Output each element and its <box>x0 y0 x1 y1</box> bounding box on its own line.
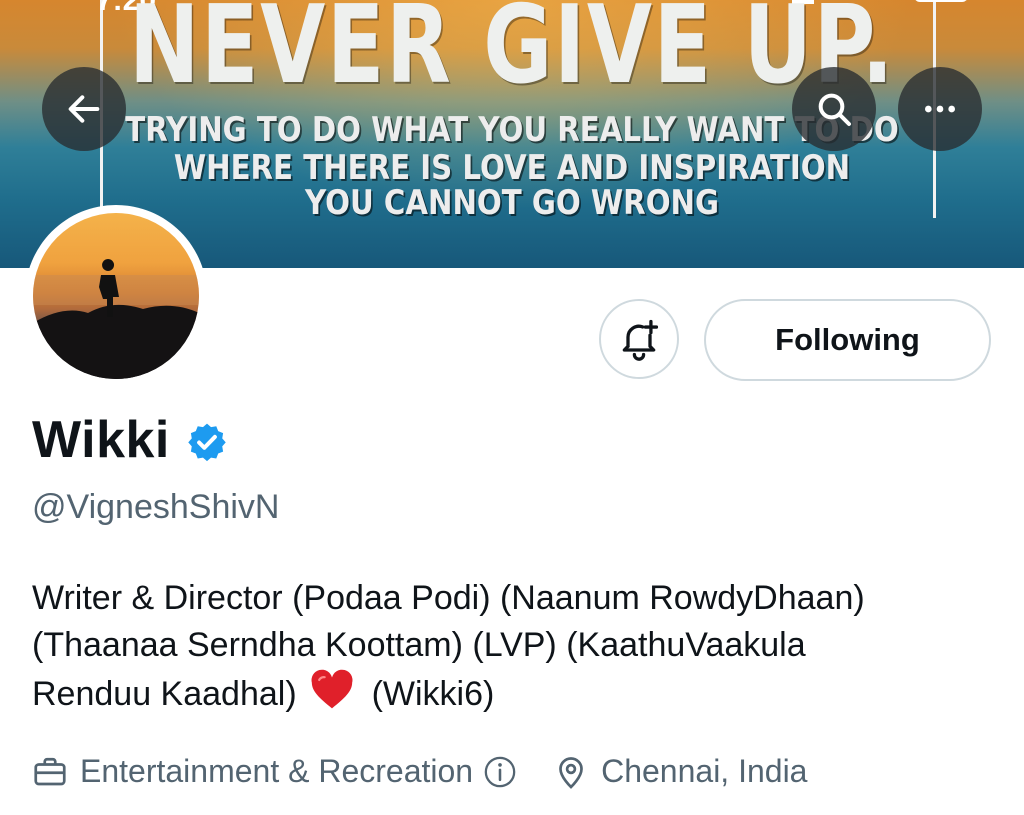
following-button[interactable]: Following <box>704 299 991 381</box>
search-icon <box>818 93 851 126</box>
more-horizontal-icon <box>925 105 955 113</box>
red-heart-icon <box>311 669 353 709</box>
banner-headline: NEVER GIVE UP. <box>128 0 896 108</box>
display-name: Wikki <box>32 411 170 469</box>
profile-bio: Writer & Director (Podaa Podi) (Naanum R… <box>32 575 1012 718</box>
bio-line: (Thaanaa Serndha Koottam) (LVP) (KaathuV… <box>32 626 806 664</box>
bell-plus-icon <box>622 319 659 361</box>
user-handle: @VigneshShivN <box>32 488 280 526</box>
search-button[interactable] <box>792 67 876 151</box>
arrow-left-icon <box>68 95 100 123</box>
profile-location: Chennai, India <box>601 753 808 789</box>
bio-line: Renduu Kaadhal) (Wikki6) <box>32 669 1012 718</box>
briefcase-icon <box>32 754 68 790</box>
more-button[interactable] <box>898 67 982 151</box>
banner-line-3: YOU CANNOT GO WRONG <box>304 183 720 223</box>
bio-line: Writer & Director (Podaa Podi) (Naanum R… <box>32 579 865 617</box>
info-icon[interactable] <box>483 755 517 789</box>
bio-text: Renduu Kaadhal) <box>32 675 297 713</box>
professional-category: Entertainment & Recreation <box>80 753 474 789</box>
verified-badge-icon[interactable] <box>186 421 228 463</box>
profile-meta: Entertainment & Recreation Chennai, Indi… <box>32 753 807 790</box>
avatar[interactable] <box>25 205 207 387</box>
notifications-button[interactable] <box>599 299 679 379</box>
back-button[interactable] <box>42 67 126 151</box>
battery-icon <box>914 0 968 2</box>
banner-line-2: WHERE THERE IS LOVE AND INSPIRATION <box>173 148 851 188</box>
bio-text: (Wikki6) <box>371 675 495 713</box>
avatar-image <box>33 213 199 379</box>
location-pin-icon <box>553 754 589 790</box>
name-row: Wikki <box>32 410 228 470</box>
